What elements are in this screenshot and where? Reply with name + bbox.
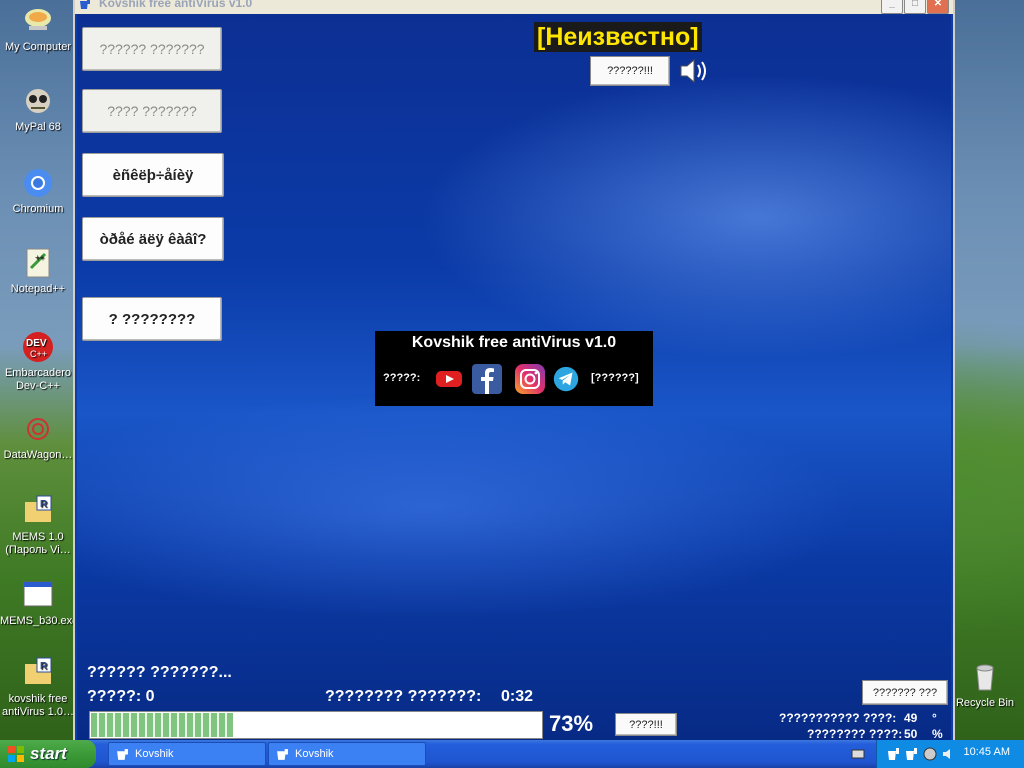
desktop-icon-notepadpp[interactable]: ++ Notepad++: [0, 246, 76, 296]
tray-button[interactable]: òðåé äëÿ êàâî?: [82, 217, 224, 261]
desktop-icon-kovshik-folder[interactable]: R kovshik free antiVirus 1.0…: [0, 656, 76, 719]
exclusions-button[interactable]: èñêëþ÷åíèÿ: [82, 153, 224, 197]
maximize-button[interactable]: □: [904, 0, 926, 14]
app-icon: [117, 749, 128, 760]
telegram-icon[interactable]: [553, 366, 579, 392]
stat-line1-value: 49: [904, 711, 918, 725]
instagram-icon[interactable]: [514, 363, 546, 395]
desktop-icon-label: kovshik free antiVirus 1.0…: [2, 693, 74, 718]
svg-text:R: R: [40, 661, 48, 672]
volume-icon[interactable]: [941, 747, 955, 761]
desktop-icon-devcpp[interactable]: DEV C++ Embarcadero Dev-C++: [0, 330, 76, 393]
svg-text:DEV: DEV: [26, 338, 47, 349]
social-label: ?????:: [383, 372, 421, 384]
start-label: start: [30, 744, 67, 763]
app-icon: [277, 749, 288, 760]
desktop-icon-label: MEMS_b30.exe: [0, 615, 79, 627]
about-button[interactable]: ? ????????: [82, 297, 222, 341]
system-tray: 10:45 AM: [851, 740, 1024, 768]
facebook-icon[interactable]: [471, 363, 503, 395]
svg-text:R: R: [40, 499, 48, 510]
app-icon: [80, 0, 90, 9]
svg-text:C++: C++: [30, 349, 47, 359]
desktop-icon-mems-exe[interactable]: MEMS_b30.exe: [0, 578, 79, 628]
scan-full-button[interactable]: ?????? ???????: [82, 27, 222, 71]
about-right-label: [??????]: [591, 372, 639, 384]
desktop-icon-label: MyPal 68: [15, 121, 61, 133]
desktop-icon-my-computer[interactable]: My Computer: [0, 4, 76, 54]
status-action-button[interactable]: ??????!!!: [590, 56, 670, 86]
svg-text:++: ++: [35, 253, 45, 262]
right-action-button[interactable]: ??????? ???: [862, 680, 948, 705]
datawagon-icon: [21, 412, 55, 446]
tray-shield-icon[interactable]: [923, 747, 937, 761]
stat-line2-unit: %: [932, 727, 943, 740]
desktop-icon-label: MEMS 1.0 (Пароль Vi…: [5, 531, 71, 556]
desktop-icon-label: DataWagon…: [3, 449, 73, 461]
stat-line1-unit: °: [932, 711, 937, 725]
taskbar-task-kovshik-2[interactable]: Kovshik: [268, 742, 426, 766]
taskbar: start Kovshik Kovshik 10:45 AM: [0, 740, 1024, 768]
app-window: Kovshik free antiVirus v1.0 _ □ ✕ ??????…: [73, 0, 955, 740]
start-button[interactable]: start: [0, 740, 96, 768]
desktop-icon-label: Chromium: [12, 203, 64, 215]
clock: 10:45 AM: [963, 746, 1010, 758]
progress-percent: 73%: [549, 711, 594, 736]
keyboard-icon[interactable]: [851, 747, 865, 761]
desktop-icon-mypal[interactable]: MyPal 68: [0, 84, 76, 134]
devcpp-icon: DEV C++: [21, 330, 55, 364]
my-computer-icon: [21, 4, 55, 38]
status-title: [Неизвестно]: [534, 22, 702, 52]
task-label: Kovshik: [135, 748, 174, 760]
minimize-button[interactable]: _: [881, 0, 903, 14]
recycle-bin-icon: [968, 660, 1002, 694]
tray-app-icon[interactable]: [887, 747, 901, 761]
folder-icon: R: [21, 656, 55, 690]
found-count: ?????: 0: [87, 688, 155, 705]
tray-app-icon[interactable]: [905, 747, 919, 761]
app-client-area: ?????? ??????? ???? ??????? èñêëþ÷åíèÿ ò…: [77, 14, 951, 740]
desktop-icon-datawagon[interactable]: DataWagon…: [0, 412, 76, 462]
desktop-icon-label: Recycle Bin: [955, 697, 1015, 709]
desktop-icon-label: Embarcadero Dev-C++: [4, 367, 72, 392]
youtube-icon[interactable]: [433, 363, 465, 395]
exe-window-icon: [21, 578, 55, 612]
about-app-name: Kovshik free antiVirus v1.0: [411, 334, 617, 351]
about-panel: Kovshik free antiVirus v1.0 ?????: [????…: [375, 331, 653, 406]
folder-icon: R: [21, 494, 55, 528]
stat-line1-label: ??????????? ????:: [779, 711, 897, 725]
close-button[interactable]: ✕: [927, 0, 949, 14]
desktop-icon-label: My Computer: [4, 41, 72, 53]
window-titlebar[interactable]: Kovshik free antiVirus v1.0 _ □ ✕: [75, 0, 953, 14]
desktop-icon-chromium[interactable]: Chromium: [0, 166, 76, 216]
mypal-icon: [21, 84, 55, 118]
scan-quick-button[interactable]: ???? ???????: [82, 89, 222, 133]
scan-status-text: ?????? ???????...: [87, 664, 232, 681]
task-label: Kovshik: [295, 748, 334, 760]
desktop-icon-label: Notepad++: [10, 283, 66, 295]
desktop-icon-mems-folder[interactable]: R MEMS 1.0 (Пароль Vi…: [0, 494, 76, 557]
desktop-icon-recycle-bin[interactable]: Recycle Bin: [950, 660, 1020, 710]
windows-flag-icon: [8, 746, 24, 762]
time-label: ???????? ???????:: [325, 688, 482, 705]
chromium-icon: [21, 166, 55, 200]
progress-fill: [91, 713, 233, 737]
taskbar-task-kovshik-1[interactable]: Kovshik: [108, 742, 266, 766]
window-title: Kovshik free antiVirus v1.0: [99, 0, 253, 10]
time-value: 0:32: [501, 688, 534, 705]
speaker-icon[interactable]: [677, 56, 711, 86]
stat-line2-value: 50: [904, 727, 918, 740]
stat-line2-label: ???????? ????:: [807, 727, 903, 740]
stop-button[interactable]: ????!!!: [615, 713, 677, 736]
notepad-plus-plus-icon: ++: [21, 246, 55, 280]
scan-progress-bar: [89, 711, 543, 739]
